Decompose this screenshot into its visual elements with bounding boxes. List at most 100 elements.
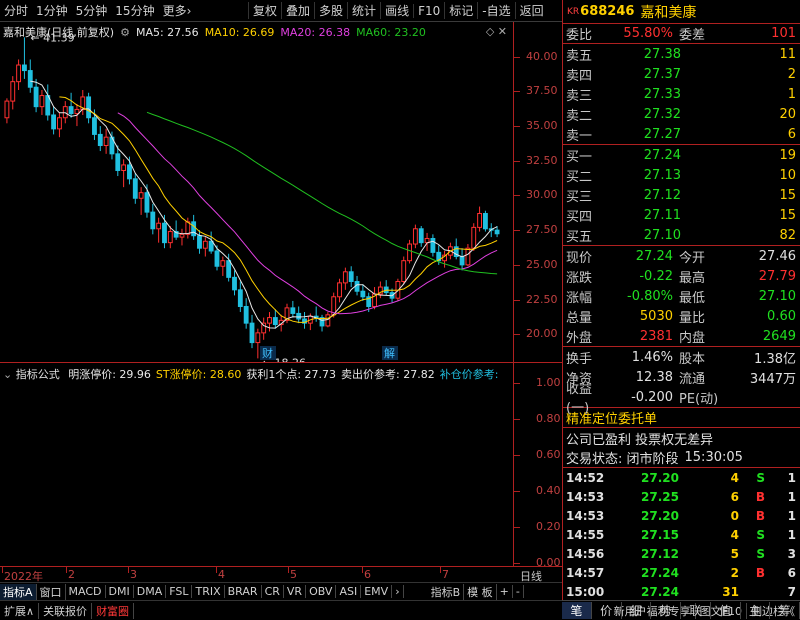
indicator-tab-13[interactable]: › — [392, 585, 404, 598]
indicator-item-1: ST涨停价: 28.60 — [155, 368, 242, 381]
indicator-tick-mark — [514, 527, 520, 528]
indicator-formula-label[interactable]: 指标公式 — [16, 368, 60, 381]
bid-price: 27.11 — [643, 207, 681, 223]
candle-body — [412, 228, 418, 245]
bottom-item-0[interactable]: 扩展∧ — [0, 602, 40, 619]
indicator-tab-5[interactable]: FSL — [166, 585, 193, 598]
tick-time: 14:57 — [566, 565, 605, 580]
stock-code: 688246 — [580, 4, 635, 19]
period-2[interactable]: 5分钟 — [72, 2, 112, 19]
candle-body — [226, 260, 232, 278]
event-badge-finance[interactable]: 财 — [262, 346, 273, 360]
price-chart[interactable]: 嘉和美康(日线,前复权) ⚙ MA5: 27.56 MA10: 26.69 MA20… — [0, 22, 514, 362]
ma-line-2 — [117, 112, 498, 315]
stat-row: 现价 27.24 今开 27.46 — [563, 246, 800, 266]
indicator-tab-0[interactable]: 指标A — [0, 583, 37, 600]
bid-row[interactable]: 买五 27.10 82 — [563, 225, 800, 245]
period-3[interactable]: 15分钟 — [111, 2, 158, 19]
price-tick-label: 35.00 — [526, 119, 558, 133]
quote-tab-3[interactable]: 势 — [651, 602, 681, 619]
stat-value: -0.22 — [639, 268, 673, 284]
candle-body — [255, 332, 261, 344]
tool-7[interactable]: -自选 — [477, 2, 514, 19]
quote-tab-2[interactable]: 细 — [622, 602, 652, 619]
tick-count: 7 — [787, 584, 796, 599]
date-tick — [66, 567, 67, 573]
tool-0[interactable]: 复权 — [248, 2, 281, 19]
tick-direction: B — [755, 489, 765, 504]
tool-3[interactable]: 统计 — [347, 2, 380, 19]
bid-row[interactable]: 买三 27.12 15 — [563, 185, 800, 205]
indicator-panel[interactable]: ⌄ 指标公式 明涨停价: 29.96 ST涨停价: 28.60 获利1个点: 27.… — [0, 362, 514, 566]
stat-label: PE(动) — [679, 391, 719, 407]
indicator-tab-1[interactable]: 窗口 — [37, 583, 66, 600]
price-tick-mark — [514, 264, 520, 266]
tick-price: 27.24 — [641, 565, 679, 580]
indicator-tab-12[interactable]: EMV — [361, 585, 393, 598]
bid-row[interactable]: 买二 27.13 10 — [563, 165, 800, 185]
indicator-tab-16[interactable]: + — [497, 585, 513, 598]
ask-row[interactable]: 卖一 27.27 6 — [563, 124, 800, 144]
indicator-menu-icon[interactable]: ⌄ — [3, 368, 12, 381]
quote-tab-4[interactable]: 联 — [681, 602, 711, 619]
bottom-item-1[interactable]: 关联报价 — [39, 602, 93, 619]
indicator-tab-8[interactable]: CR — [262, 585, 284, 598]
indicator-tab-4[interactable]: DMA — [134, 585, 167, 598]
quote-tab-6[interactable]: 主 — [741, 602, 771, 619]
ask-row[interactable]: 卖三 27.33 1 — [563, 84, 800, 104]
bid-row[interactable]: 买四 27.11 15 — [563, 205, 800, 225]
tick-time: 14:53 — [566, 489, 605, 504]
quote-tabs: 笔价细势联值主筹 — [562, 600, 800, 620]
order-ratio-value: 55.80% — [623, 26, 673, 41]
tool-8[interactable]: 返回 — [514, 2, 548, 19]
date-axis: 日线 2022年 2 3 4 5 6 7 — [0, 566, 562, 583]
period-0[interactable]: 分时 — [0, 2, 32, 19]
ask-price: 27.27 — [643, 126, 681, 142]
ask-row[interactable]: 卖五 27.38 11 — [563, 44, 800, 64]
period-selector: 分时 1分钟 5分钟 15分钟 更多› — [0, 2, 195, 19]
tick-count: 1 — [787, 527, 796, 542]
stat-label: 外盘 — [566, 330, 593, 346]
candlestick-plot: ← 41.39← 18.26财解 — [4, 31, 500, 362]
indicator-tab-6[interactable]: TRIX — [192, 585, 225, 598]
quote-tab-1[interactable]: 价 — [592, 602, 622, 619]
indicator-tab-7[interactable]: BRAR — [225, 585, 262, 598]
bid-row[interactable]: 买一 27.24 19 — [563, 145, 800, 165]
indicator-tab-15[interactable]: 模 板 — [464, 583, 497, 600]
indicator-item-0: 明涨停价: 29.96 — [68, 368, 151, 381]
period-4[interactable]: 更多› — [159, 2, 196, 19]
date-tick — [440, 567, 441, 573]
candle-body — [197, 235, 202, 249]
period-1[interactable]: 1分钟 — [32, 2, 72, 19]
ask-volume: 6 — [787, 126, 796, 142]
ask-volume: 11 — [779, 46, 796, 62]
bottom-item-2[interactable]: 财富圈 — [92, 602, 135, 619]
stat-value: 27.10 — [758, 288, 796, 304]
tool-2[interactable]: 多股 — [314, 2, 347, 19]
event-badge-unlock[interactable]: 解 — [384, 346, 395, 360]
candle-body — [290, 307, 296, 314]
tool-6[interactable]: 标记 — [444, 2, 477, 19]
tool-5[interactable]: F10 — [413, 3, 444, 18]
quote-tab-7[interactable]: 筹 — [770, 602, 800, 619]
indicator-tab-3[interactable]: DMI — [106, 585, 134, 598]
indicator-tab-10[interactable]: OBV — [306, 585, 337, 598]
quote-tab-0[interactable]: 笔 — [562, 602, 592, 619]
ask-row[interactable]: 卖二 27.32 20 — [563, 104, 800, 124]
indicator-tab-11[interactable]: ASI — [336, 585, 362, 598]
indicator-tab-2[interactable]: MACD — [66, 585, 106, 598]
tool-1[interactable]: 叠加 — [281, 2, 314, 19]
indicator-tab-17[interactable]: - — [513, 585, 524, 598]
indicator-tab-14[interactable]: 指标B — [428, 583, 465, 600]
tick-row: 14:53 27.25 6 B 1 — [563, 487, 800, 506]
bid-volume: 10 — [779, 167, 796, 183]
candle-body — [267, 317, 272, 324]
tool-4[interactable]: 画线 — [380, 2, 413, 19]
quote-tab-5[interactable]: 值 — [711, 602, 741, 619]
ask-volume: 20 — [779, 106, 796, 122]
bid-price: 27.24 — [643, 147, 681, 163]
candle-body — [401, 260, 407, 283]
ask-row[interactable]: 卖四 27.37 2 — [563, 64, 800, 84]
indicator-tab-9[interactable]: VR — [284, 585, 307, 598]
candle-body — [97, 133, 103, 147]
